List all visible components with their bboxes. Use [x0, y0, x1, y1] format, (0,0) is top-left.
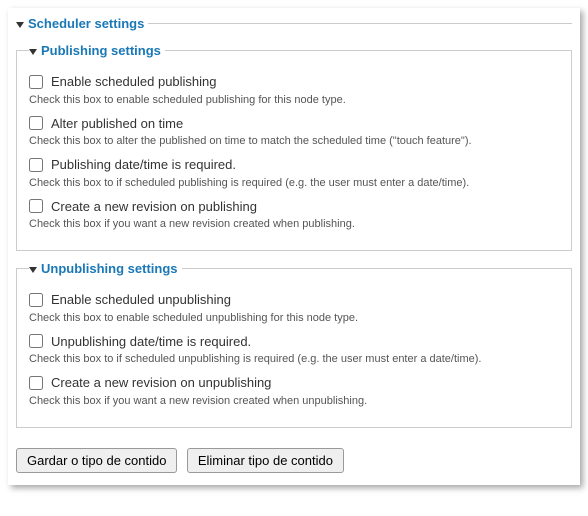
publishing-fieldset: Publishing settings Enable scheduled pub… — [16, 43, 572, 251]
checkbox-revision-publish[interactable] — [29, 199, 43, 213]
option-desc: Check this box to enable scheduled unpub… — [29, 312, 559, 324]
option-desc: Check this box to if scheduled unpublish… — [29, 353, 559, 365]
option-unpublish-required: Unpublishing date/time is required. Chec… — [29, 334, 559, 366]
option-desc: Check this box to alter the published on… — [29, 135, 559, 147]
label-text: Unpublishing date/time is required. — [51, 334, 251, 349]
checkbox-unpublish-required[interactable] — [29, 334, 43, 348]
option-label[interactable]: Alter published on time — [29, 116, 183, 131]
scheduler-title: Scheduler settings — [28, 16, 144, 31]
option-label[interactable]: Create a new revision on publishing — [29, 199, 257, 214]
option-enable-unpublishing: Enable scheduled unpublishing Check this… — [29, 292, 559, 324]
chevron-down-icon — [29, 267, 37, 273]
option-desc: Check this box if you want a new revisio… — [29, 395, 559, 407]
checkbox-revision-unpublish[interactable] — [29, 376, 43, 390]
option-label[interactable]: Enable scheduled unpublishing — [29, 292, 231, 307]
settings-panel: Scheduler settings Publishing settings E… — [8, 8, 580, 485]
label-text: Create a new revision on unpublishing — [51, 375, 271, 390]
label-text: Create a new revision on publishing — [51, 199, 257, 214]
label-text: Alter published on time — [51, 116, 183, 131]
unpublishing-legend[interactable]: Unpublishing settings — [29, 261, 182, 276]
label-text: Enable scheduled unpublishing — [51, 292, 231, 307]
option-publish-required: Publishing date/time is required. Check … — [29, 157, 559, 189]
option-label[interactable]: Create a new revision on unpublishing — [29, 375, 271, 390]
option-label[interactable]: Publishing date/time is required. — [29, 157, 236, 172]
scheduler-legend[interactable]: Scheduler settings — [16, 16, 148, 31]
option-revision-publish: Create a new revision on publishing Chec… — [29, 199, 559, 231]
checkbox-alter-published[interactable] — [29, 116, 43, 130]
chevron-down-icon — [16, 22, 24, 28]
unpublishing-fieldset: Unpublishing settings Enable scheduled u… — [16, 261, 572, 428]
option-revision-unpublish: Create a new revision on unpublishing Ch… — [29, 375, 559, 407]
checkbox-enable-unpublishing[interactable] — [29, 293, 43, 307]
label-text: Enable scheduled publishing — [51, 74, 217, 89]
publishing-title: Publishing settings — [41, 43, 161, 58]
publishing-legend[interactable]: Publishing settings — [29, 43, 165, 58]
chevron-down-icon — [29, 49, 37, 55]
unpublishing-title: Unpublishing settings — [41, 261, 178, 276]
checkbox-publish-required[interactable] — [29, 158, 43, 172]
option-desc: Check this box to enable scheduled publi… — [29, 94, 559, 106]
option-label[interactable]: Unpublishing date/time is required. — [29, 334, 251, 349]
option-enable-publishing: Enable scheduled publishing Check this b… — [29, 74, 559, 106]
option-desc: Check this box if you want a new revisio… — [29, 218, 559, 230]
form-actions: Gardar o tipo de contido Eliminar tipo d… — [16, 448, 572, 473]
scheduler-fieldset: Scheduler settings Publishing settings E… — [16, 16, 572, 438]
option-desc: Check this box to if scheduled publishin… — [29, 177, 559, 189]
delete-button[interactable]: Eliminar tipo de contido — [187, 448, 344, 473]
label-text: Publishing date/time is required. — [51, 157, 236, 172]
save-button[interactable]: Gardar o tipo de contido — [16, 448, 177, 473]
checkbox-enable-publishing[interactable] — [29, 75, 43, 89]
option-alter-published: Alter published on time Check this box t… — [29, 116, 559, 148]
option-label[interactable]: Enable scheduled publishing — [29, 74, 217, 89]
